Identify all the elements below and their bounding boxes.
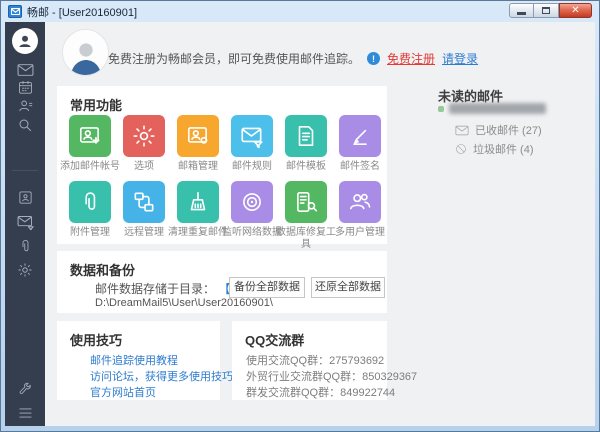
account-email-masked[interactable] bbox=[449, 103, 546, 114]
junk-mail-icon bbox=[455, 143, 467, 155]
data-backup-title: 数据和备份 bbox=[70, 260, 135, 279]
register-message: 免费注册为畅邮会员，即可免费使用邮件追踪。 bbox=[108, 50, 360, 67]
sidebar-item-mail-filter[interactable] bbox=[5, 213, 45, 231]
tile-mailbox-manage[interactable]: 邮箱管理 bbox=[171, 115, 225, 173]
qq-groups-title: QQ交流群 bbox=[245, 330, 304, 349]
function-tiles-grid: 添加邮件帐号 选项 邮箱管理 bbox=[63, 115, 387, 251]
sidebar-item-attachment[interactable] bbox=[5, 237, 45, 255]
unread-junk-label: 垃圾邮件 (4) bbox=[473, 141, 534, 157]
options-gear-icon bbox=[123, 115, 165, 157]
sidebar-divider bbox=[12, 170, 38, 171]
mail-template-icon bbox=[285, 115, 327, 157]
search-icon bbox=[17, 117, 33, 133]
paperclip-icon bbox=[18, 238, 33, 254]
account-add-icon bbox=[69, 115, 111, 157]
unread-inbox-item[interactable]: 已收邮件 (27) bbox=[455, 122, 542, 138]
contacts-icon bbox=[17, 98, 34, 114]
menu-icon bbox=[18, 407, 33, 419]
qq-group-trade: 外贸行业交流群QQ群：850329367 bbox=[246, 368, 417, 384]
tip-link-tracking[interactable]: 邮件追踪使用教程 bbox=[90, 352, 178, 368]
info-icon: ! bbox=[367, 52, 380, 65]
qq-group-bulk: 群发交流群QQ群：849922744 bbox=[246, 384, 395, 400]
window-controls: ✕ bbox=[509, 3, 592, 18]
tile-attachment-manage[interactable]: 附件管理 bbox=[63, 181, 117, 251]
mail-filter-icon bbox=[17, 215, 34, 230]
tip-link-forum[interactable]: 访问论坛，获得更多使用技巧 bbox=[90, 368, 233, 384]
free-register-link[interactable]: 免费注册 bbox=[387, 50, 435, 67]
tile-db-repair[interactable]: 数据库修复工具 bbox=[279, 181, 333, 251]
qq-group-usage: 使用交流QQ群：275793692 bbox=[246, 352, 384, 368]
minimize-icon bbox=[517, 12, 526, 15]
sidebar bbox=[5, 22, 45, 426]
minimize-button[interactable] bbox=[509, 3, 534, 18]
mail-icon bbox=[17, 63, 34, 77]
tips-title: 使用技巧 bbox=[70, 330, 122, 349]
window-title: 畅邮 - [User20160901] bbox=[27, 4, 137, 20]
sidebar-item-search[interactable] bbox=[5, 116, 45, 134]
network-monitor-icon bbox=[231, 181, 273, 223]
close-icon: ✕ bbox=[571, 6, 579, 16]
sidebar-item-account-card[interactable] bbox=[5, 188, 45, 206]
sidebar-item-settings[interactable] bbox=[5, 261, 45, 279]
sidebar-item-mail[interactable] bbox=[5, 61, 45, 79]
db-repair-icon bbox=[285, 181, 327, 223]
tile-mail-signature[interactable]: 邮件签名 bbox=[333, 115, 387, 173]
register-banner: 免费注册为畅邮会员，即可免费使用邮件追踪。 ! 免费注册 请登录 bbox=[108, 50, 478, 67]
main-content: 免费注册为畅邮会员，即可免费使用邮件追踪。 ! 免费注册 请登录 常用功能 添加… bbox=[45, 22, 595, 426]
tips-card: 使用技巧 邮件追踪使用教程 访问论坛，获得更多使用技巧 官方网站首页 bbox=[57, 321, 220, 400]
app-window: 畅邮 - [User20160901] ✕ bbox=[0, 0, 600, 432]
remote-manage-icon bbox=[123, 181, 165, 223]
sidebar-item-tools[interactable] bbox=[5, 380, 45, 398]
tile-network-monitor[interactable]: 监听网络数据 bbox=[225, 181, 279, 251]
profile-person-icon bbox=[67, 37, 105, 75]
sidebar-item-profile[interactable] bbox=[12, 28, 38, 54]
data-backup-card: 数据和备份 邮件数据存储于目录： 【教程】 D:\DreamMail5\User… bbox=[57, 251, 387, 313]
sidebar-item-contacts[interactable] bbox=[5, 97, 45, 115]
gear-icon bbox=[17, 262, 33, 278]
account-status-dot bbox=[438, 106, 444, 112]
tip-link-website[interactable]: 官方网站首页 bbox=[90, 384, 156, 400]
tile-clean-duplicates[interactable]: 清理重复邮件 bbox=[171, 181, 225, 251]
maximize-icon bbox=[542, 7, 550, 14]
restore-all-button[interactable]: 还原全部数据 bbox=[311, 277, 385, 298]
mailbox-manage-icon bbox=[177, 115, 219, 157]
mail-rules-icon bbox=[231, 115, 273, 157]
titlebar: 畅邮 - [User20160901] ✕ bbox=[1, 1, 599, 22]
sidebar-item-calendar[interactable] bbox=[5, 78, 45, 96]
tile-mail-template[interactable]: 邮件模板 bbox=[279, 115, 333, 173]
sidebar-item-menu[interactable] bbox=[5, 404, 45, 422]
multi-user-icon bbox=[339, 181, 381, 223]
tile-remote-manage[interactable]: 远程管理 bbox=[117, 181, 171, 251]
wrench-icon bbox=[18, 382, 33, 397]
tile-multi-user[interactable]: 多用户管理 bbox=[333, 181, 387, 251]
tile-options[interactable]: 选项 bbox=[117, 115, 171, 173]
attachment-paperclip-icon bbox=[69, 181, 111, 223]
storage-label: 邮件数据存储于目录： bbox=[95, 282, 215, 296]
unread-junk-item[interactable]: 垃圾邮件 (4) bbox=[455, 141, 534, 157]
common-functions-card: 常用功能 添加邮件帐号 选项 bbox=[57, 86, 387, 244]
tile-mail-rules[interactable]: 邮件规则 bbox=[225, 115, 279, 173]
maximize-button[interactable] bbox=[534, 3, 559, 18]
common-functions-title: 常用功能 bbox=[70, 95, 122, 114]
calendar-icon bbox=[18, 80, 33, 95]
clean-broom-icon bbox=[177, 181, 219, 223]
qq-groups-card: QQ交流群 使用交流QQ群：275793692 外贸行业交流群QQ群：85032… bbox=[232, 321, 387, 400]
tile-add-mail-account[interactable]: 添加邮件帐号 bbox=[63, 115, 117, 173]
app-logo-icon bbox=[8, 5, 22, 18]
inbox-mail-icon bbox=[455, 125, 469, 136]
signature-pen-icon bbox=[339, 115, 381, 157]
storage-path: D:\DreamMail5\User\User20160901\ bbox=[95, 297, 273, 309]
app-body: 免费注册为畅邮会员，即可免费使用邮件追踪。 ! 免费注册 请登录 常用功能 添加… bbox=[5, 22, 595, 426]
profile-avatar bbox=[62, 29, 109, 76]
login-link[interactable]: 请登录 bbox=[442, 50, 478, 67]
user-avatar-icon bbox=[16, 32, 34, 50]
close-button[interactable]: ✕ bbox=[559, 3, 592, 18]
unread-inbox-label: 已收邮件 (27) bbox=[475, 122, 542, 138]
account-card-icon bbox=[18, 190, 33, 205]
backup-all-button[interactable]: 备份全部数据 bbox=[229, 277, 305, 298]
